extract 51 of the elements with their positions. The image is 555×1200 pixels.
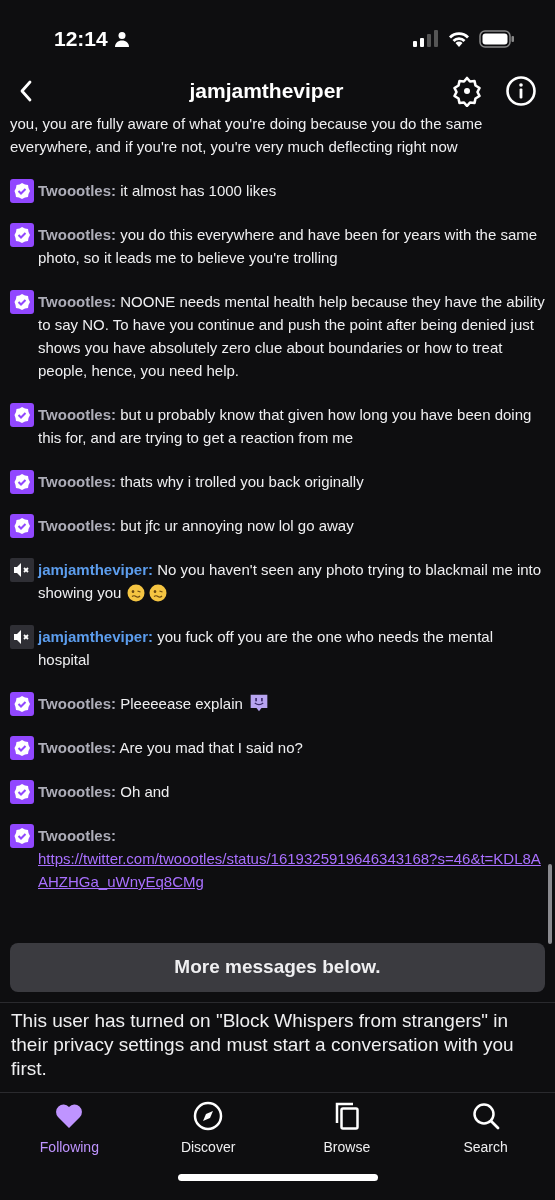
info-button[interactable]: [505, 75, 537, 107]
verified-badge-icon: [10, 823, 34, 848]
verified-badge-icon: [10, 289, 34, 314]
chat-message: jamjamtheviper: No you haven't seen any photo trying to blackmail me into showing you: [38, 560, 543, 604]
tab-bar-item[interactable]: Following: [0, 1101, 139, 1162]
status-time: 12:14: [54, 26, 108, 53]
chat-message: Twoootles: but u probably know that given how long you have been doing this for, and are trying to get a reaction from me: [38, 405, 533, 448]
more-messages-banner[interactable]: More messages below.: [10, 943, 545, 992]
chat-message: Twoootles: Oh and: [38, 782, 171, 802]
wifi-icon: [447, 30, 471, 48]
scrollbar[interactable]: [548, 864, 552, 944]
verified-badge-icon: [10, 222, 34, 247]
verified-badge-icon: [10, 513, 34, 538]
verified-badge-icon: [10, 735, 34, 760]
battery-icon: [479, 30, 515, 48]
verified-badge-icon: [10, 691, 34, 716]
tab-bar-item[interactable]: Discover: [138, 1101, 278, 1162]
muted-speaker-icon: [10, 557, 34, 582]
woozy-face-icon: [127, 584, 146, 602]
settings-button[interactable]: [451, 75, 483, 107]
tab-bar-item[interactable]: Search: [416, 1101, 555, 1162]
heart-icon: [55, 1103, 84, 1129]
search-icon: [470, 1101, 501, 1131]
info-icon: [505, 75, 537, 107]
muted-speaker-icon: [10, 624, 34, 649]
chat-message: Twoootles: it almost has 1000 likes: [38, 181, 278, 201]
woozy-face-icon: [149, 584, 168, 602]
notice-text: This user has turned on "Block Whispers from strangers" in their privacy settings and must start a conversation with you first.: [11, 1009, 515, 1081]
chat-message: Twoootles: Pleeeease explain: [38, 692, 545, 715]
message-text: you, you are fully aware of what you're doing because you do the same everywhere, and if you're not, you're very much deflecting right now: [10, 114, 484, 157]
verified-badge-icon: [10, 469, 34, 494]
tab-bar-item[interactable]: Browse: [277, 1101, 417, 1162]
chat-message: Twoootles: but jfc ur annoying now lol go away: [38, 516, 355, 536]
verified-badge-icon: [10, 402, 34, 427]
gear-icon: [451, 75, 483, 107]
verified-badge-icon: [10, 178, 34, 203]
verified-badge-icon: [10, 779, 34, 804]
chat-message: Twoootles: Are you mad that I said no?: [38, 738, 304, 758]
chat-message: Twoootles: NOONE needs mental health help because they have the ability to say NO. To have you continue and push the point after being denied just shows you have absolutely zero clue about boundaries or how to treat people, hence, you need help.: [38, 292, 545, 381]
home-indicator[interactable]: [177, 1173, 378, 1181]
message-link[interactable]: https://twitter.com/twoootles/status/1619325919646343168?s=46&t=KDL8AAHZHGa_uWnyEq8CMg: [38, 847, 545, 893]
back-chevron-icon: [18, 79, 34, 103]
signal-icon: [413, 30, 439, 48]
person-icon: [113, 31, 130, 47]
chat-message: jamjamtheviper: you fuck off you are the one who needs the mental hospital: [38, 627, 494, 670]
sender-name: Twoootles:: [38, 826, 118, 846]
chat-message: Twoootles: you do this everywhere and have been for years with the same photo, so it leads me to believe you're trolling: [38, 225, 539, 268]
chat-message: Twoootles: thats why i trolled you back originally: [38, 472, 365, 492]
compass-icon: [193, 1101, 224, 1131]
glitch-face-icon: [248, 693, 269, 713]
conversation-title: jamjamtheviper: [189, 78, 344, 105]
